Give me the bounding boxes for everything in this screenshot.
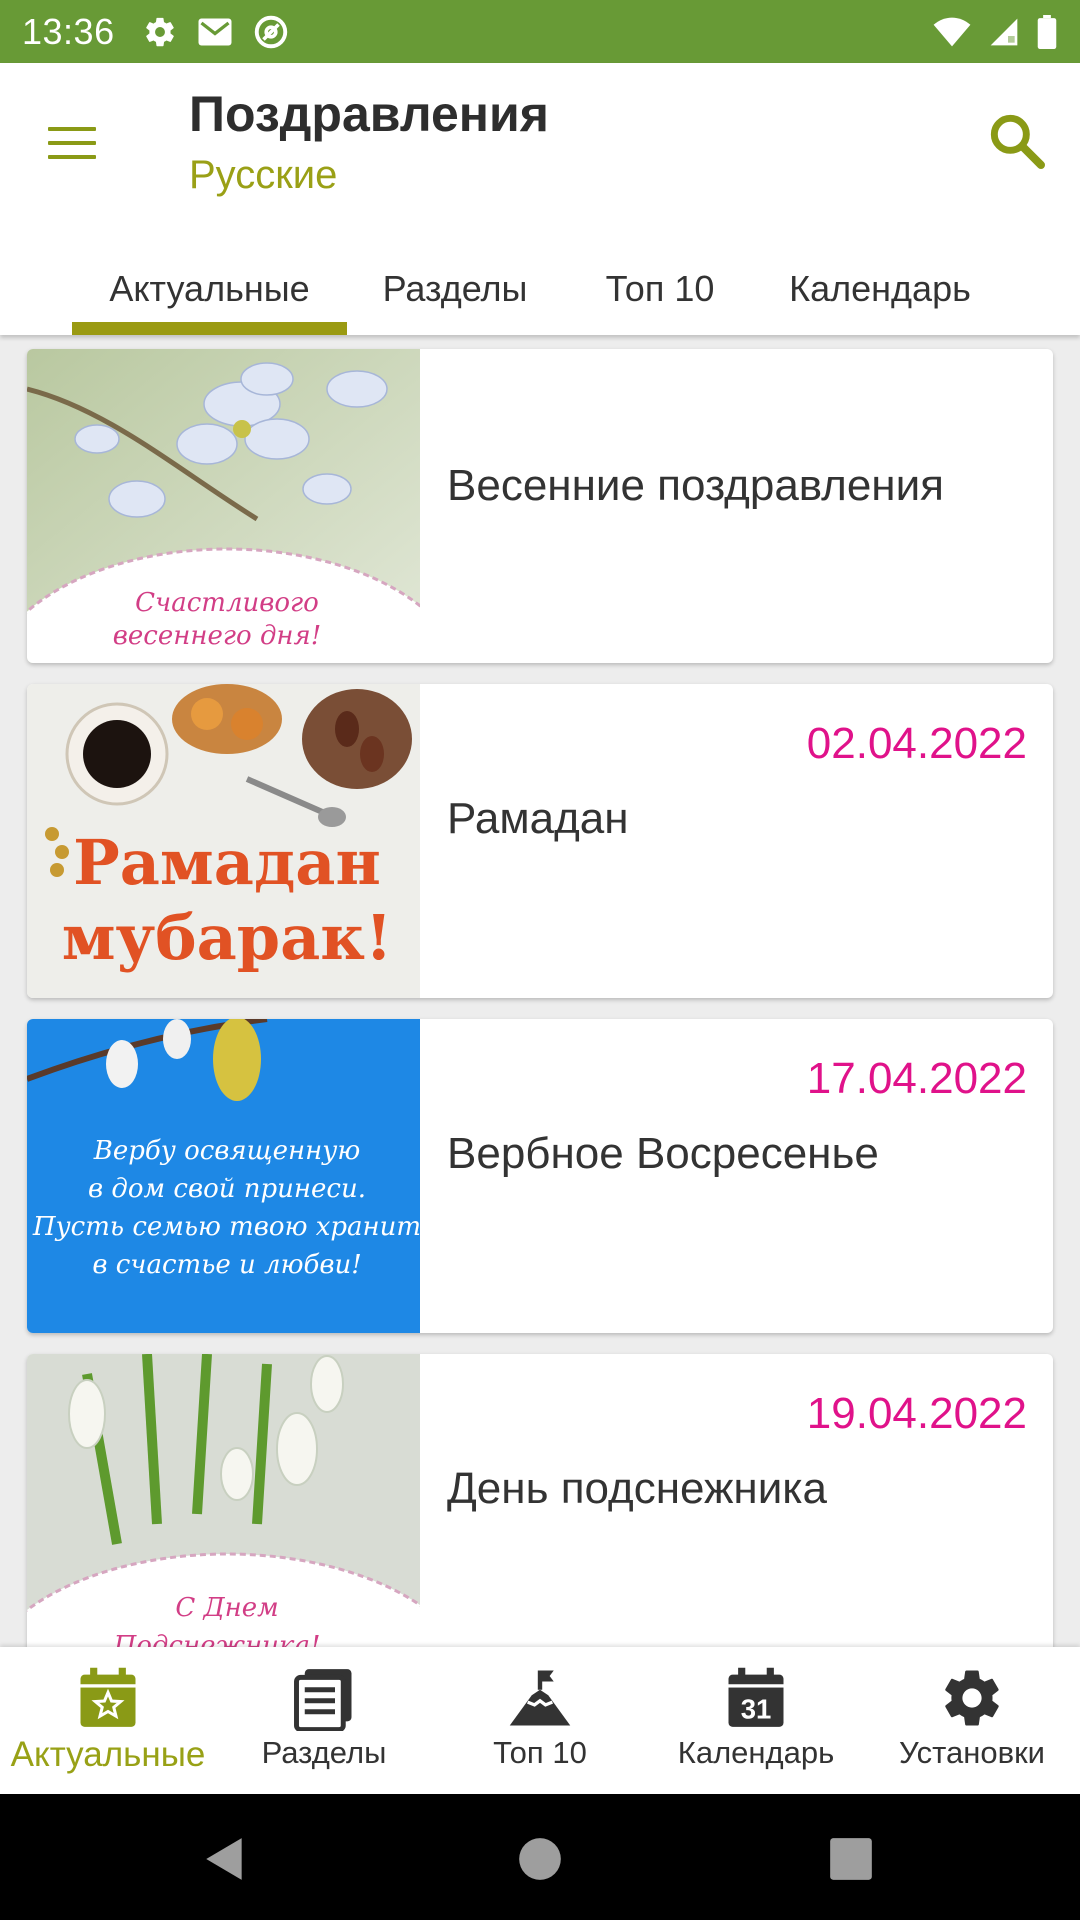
tab-label: Топ 10 [605,268,715,309]
card-thumbnail: Рамадан мубарак! [27,684,420,998]
calendar-31-icon: 31 [728,1667,784,1727]
card-date: 19.04.2022 [806,1389,1027,1438]
bottom-nav-label: Календарь [677,1735,835,1770]
tab-label: Разделы [382,268,528,309]
bottom-nav-label: Топ 10 [493,1735,587,1770]
tab-top10[interactable]: Топ 10 [585,243,735,335]
app-bar: Поздравления Русские Актуальные Разделы … [0,63,1080,335]
card-thumbnail: Счастливого весеннего дня! [27,349,420,663]
list-item[interactable]: Счастливого весеннего дня! Весенние позд… [27,349,1053,663]
card-title: День подснежника [447,1464,827,1513]
settings-gear-icon [945,1670,999,1726]
page-subtitle: Русские [189,153,338,197]
signal-icon [990,18,1018,45]
card-image-caption: Счастливого [135,588,319,618]
tab-label: Актуальные [109,268,310,309]
bottom-nav-actual[interactable]: Актуальные [0,1647,216,1794]
battery-icon [1037,14,1057,49]
status-time: 13:36 [22,10,115,52]
bottom-nav-label: Разделы [261,1735,387,1770]
card-title: Вербное Восресенье [447,1129,879,1178]
card-image-caption: Рамадан [73,826,381,899]
calendar-star-icon [80,1667,136,1727]
card-image-caption: С Днем [175,1593,278,1623]
calendar-icon-day: 31 [741,1694,772,1725]
list-document-icon [294,1669,352,1731]
search-icon[interactable] [985,109,1049,173]
gear-icon [145,17,174,46]
card-title: Рамадан [447,794,629,843]
card-thumbnail: Вербу освященную в дом свой принеси. Пус… [27,1019,420,1333]
page-title: Поздравления [189,86,549,142]
list-item[interactable]: Вербу освященную в дом свой принеси. Пус… [27,1019,1053,1333]
bottom-nav-settings[interactable]: Установки [864,1647,1080,1794]
system-nav-bar [0,1794,1080,1920]
status-left-icons [143,14,289,50]
mountain-flag-icon [509,1670,571,1726]
holiday-list[interactable]: Счастливого весеннего дня! Весенние позд… [0,335,1080,1647]
card-title: Весенние поздравления [447,461,944,510]
list-item[interactable]: С Днем Подснежника! 19.04.2022 День подс… [27,1354,1053,1647]
card-thumbnail: С Днем Подснежника! [27,1354,420,1647]
bottom-nav-top10[interactable]: Топ 10 [432,1647,648,1794]
recents-icon[interactable] [826,1834,876,1884]
svg-text:Подснежника!: Подснежника! [113,1631,321,1647]
bottom-nav-calendar[interactable]: 31 Календарь [648,1647,864,1794]
tab-calendar[interactable]: Календарь [770,243,990,335]
tab-sections[interactable]: Разделы [365,243,545,335]
card-date: 02.04.2022 [806,719,1027,768]
screen: 13:36 Поздравления Русские Актуальные Ра… [0,0,1080,1920]
status-bar: 13:36 [0,0,1080,63]
list-item[interactable]: Рамадан мубарак! 02.04.2022 Рамадан [27,684,1053,998]
bottom-nav-sections[interactable]: Разделы [216,1647,432,1794]
mail-icon [198,18,232,45]
wifi-icon [933,17,971,46]
svg-text:мубарак!: мубарак! [62,901,393,974]
svg-text:в дом свой принеси.: в дом свой принеси. [88,1174,366,1204]
svg-text:весеннего дня!: весеннего дня! [113,621,321,651]
svg-text:в счастье и любви!: в счастье и любви! [92,1250,361,1280]
back-icon[interactable] [200,1834,250,1884]
home-icon[interactable] [515,1834,565,1884]
status-right-icons [932,14,1058,49]
tab-label: Календарь [789,268,971,309]
svg-text:Пусть семью твою хранит: Пусть семью твою хранит [32,1212,420,1242]
at-sign-icon [254,15,287,48]
bottom-navigation: Актуальные Разделы Топ 10 31 Календарь У… [0,1647,1080,1794]
bottom-nav-label: Установки [899,1735,1045,1770]
card-image-caption: Вербу освященную [93,1136,361,1166]
menu-icon[interactable] [44,113,100,169]
active-tab-indicator [72,322,347,335]
card-date: 17.04.2022 [806,1054,1027,1103]
bottom-nav-label: Актуальные [10,1735,206,1774]
